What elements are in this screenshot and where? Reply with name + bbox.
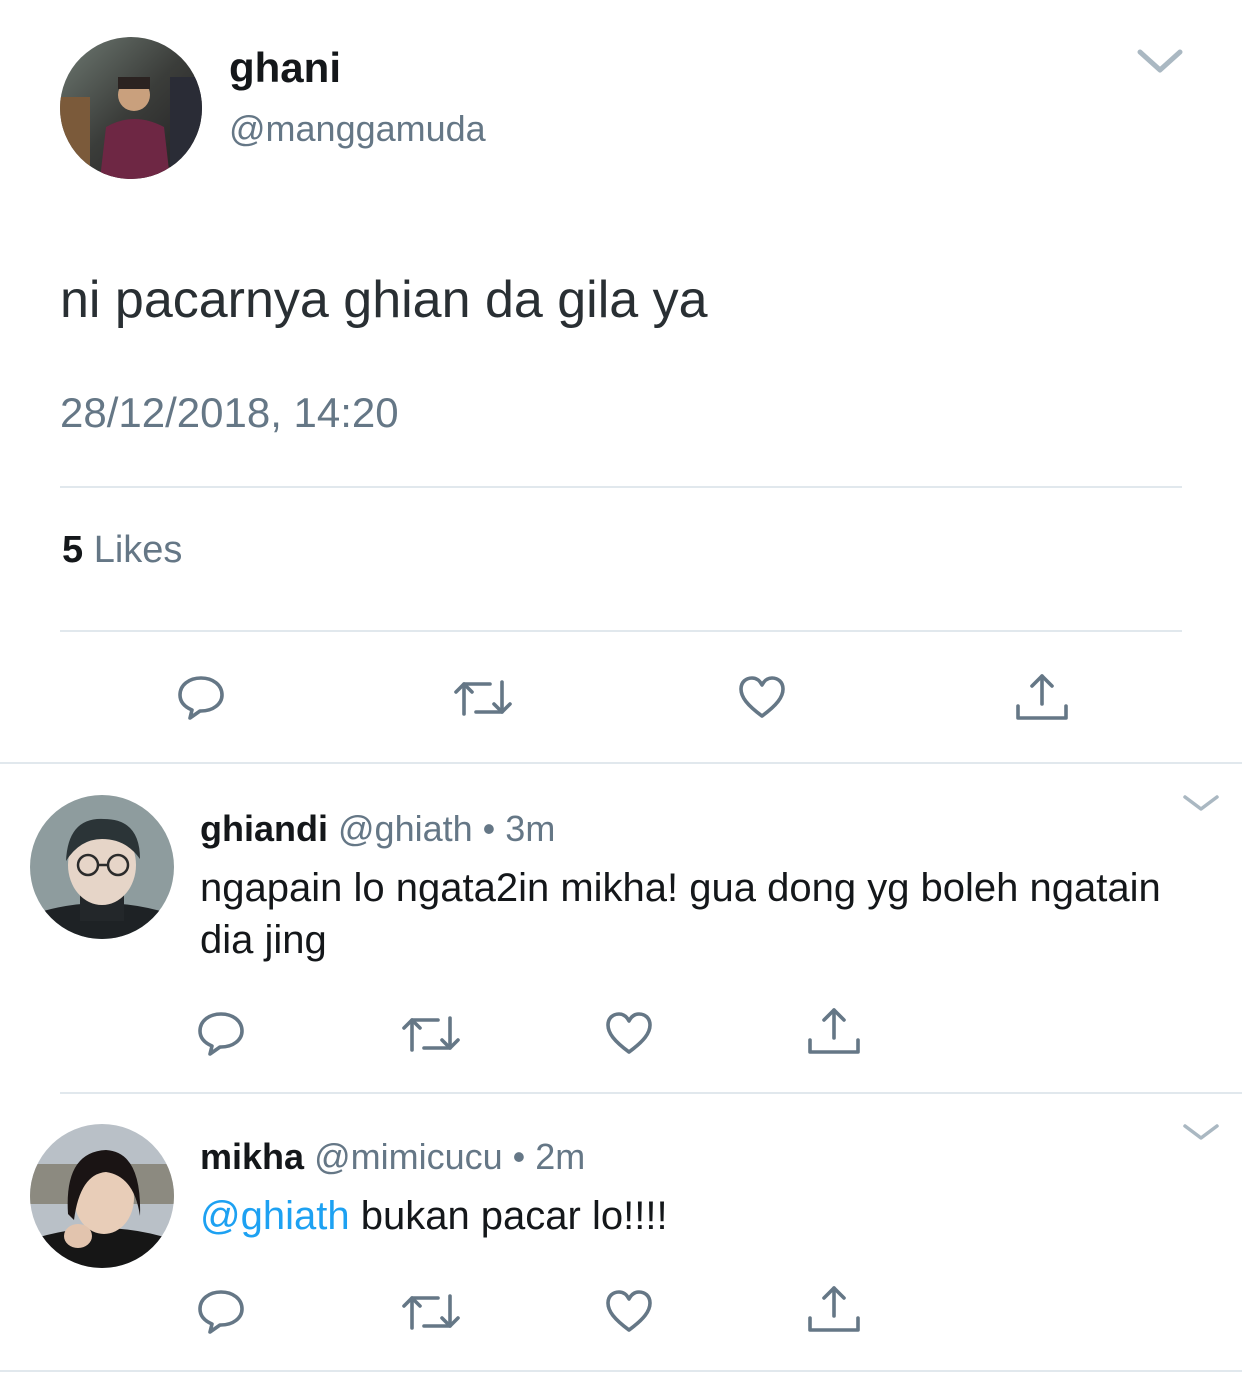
like-icon[interactable] bbox=[604, 1288, 654, 1334]
separator-dot: • bbox=[512, 1136, 526, 1177]
chevron-down-icon[interactable] bbox=[1182, 1122, 1220, 1142]
reply-time[interactable]: 2m bbox=[535, 1136, 585, 1177]
reply-header: mikha @mimicucu • 2m bbox=[200, 1132, 585, 1182]
divider bbox=[60, 486, 1182, 488]
retweet-icon[interactable] bbox=[400, 1290, 462, 1334]
likes-count: 5 bbox=[62, 529, 84, 571]
separator-dot: • bbox=[482, 808, 496, 849]
reply-author-handle[interactable]: @mimicucu bbox=[314, 1136, 503, 1177]
chevron-down-icon[interactable] bbox=[1182, 793, 1220, 813]
reply-header: ghiandi @ghiath • 3m bbox=[200, 804, 555, 854]
divider bbox=[0, 1370, 1242, 1372]
reply-author-handle[interactable]: @ghiath bbox=[338, 808, 473, 849]
divider bbox=[60, 630, 1182, 632]
reply-icon[interactable] bbox=[176, 674, 226, 722]
like-icon[interactable] bbox=[737, 674, 787, 720]
retweet-icon[interactable] bbox=[452, 676, 514, 720]
reply-avatar[interactable] bbox=[30, 1124, 174, 1268]
retweet-icon[interactable] bbox=[400, 1012, 462, 1056]
reply-text: @ghiath bukan pacar lo!!!! bbox=[200, 1190, 1180, 1242]
reply-text-body: bukan pacar lo!!!! bbox=[349, 1194, 668, 1238]
reply-author-name[interactable]: mikha bbox=[200, 1136, 304, 1177]
reply-icon[interactable] bbox=[196, 1288, 246, 1336]
chevron-down-icon[interactable] bbox=[1136, 46, 1184, 76]
author-avatar[interactable] bbox=[60, 37, 202, 179]
reply-text: ngapain lo ngata2in mikha! gua dong yg b… bbox=[200, 866, 1161, 962]
reply-time[interactable]: 3m bbox=[505, 808, 555, 849]
tweet-timestamp[interactable]: 28/12/2018, 14:20 bbox=[60, 384, 399, 442]
likes-stat[interactable]: 5 Likes bbox=[62, 524, 182, 576]
mention-link[interactable]: @ghiath bbox=[200, 1194, 350, 1238]
divider bbox=[0, 762, 1242, 764]
author-name[interactable]: ghani bbox=[229, 40, 341, 96]
share-icon[interactable] bbox=[806, 1284, 862, 1334]
reply-icon[interactable] bbox=[196, 1010, 246, 1058]
share-icon[interactable] bbox=[1014, 672, 1070, 722]
share-icon[interactable] bbox=[806, 1006, 862, 1056]
divider bbox=[60, 1092, 1242, 1094]
author-handle[interactable]: @manggamuda bbox=[229, 104, 486, 154]
reply-avatar[interactable] bbox=[30, 795, 174, 939]
likes-label: Likes bbox=[93, 529, 183, 571]
tweet-text: ni pacarnya ghian da gila ya bbox=[60, 271, 708, 329]
like-icon[interactable] bbox=[604, 1010, 654, 1056]
reply-author-name[interactable]: ghiandi bbox=[200, 808, 328, 849]
